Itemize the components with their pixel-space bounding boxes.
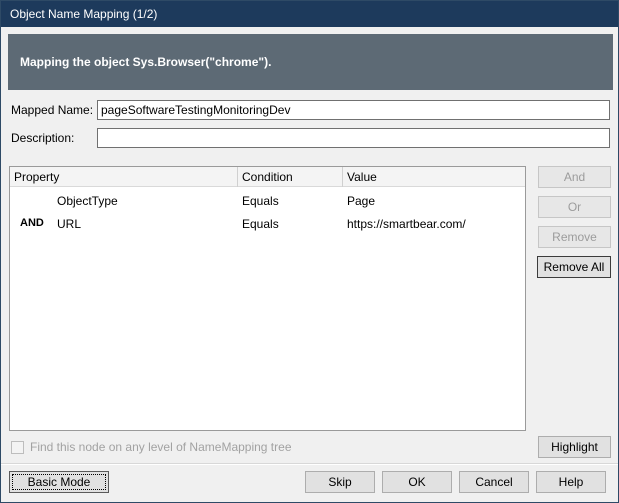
table-row[interactable]: AND URL Equals https://smartbear.com/ (10, 213, 525, 235)
skip-button[interactable]: Skip (305, 471, 375, 493)
ok-button[interactable]: OK (382, 471, 452, 493)
row-value: Page (347, 194, 375, 208)
row-property: ObjectType (57, 194, 118, 208)
row-logic-operator: AND (20, 217, 44, 229)
find-node-checkbox (11, 441, 24, 454)
mapping-header-text: Mapping the object Sys.Browser("chrome")… (20, 55, 271, 69)
row-condition: Equals (242, 194, 279, 208)
mapping-header-band: Mapping the object Sys.Browser("chrome")… (8, 34, 613, 90)
row-value: https://smartbear.com/ (347, 217, 466, 231)
help-button[interactable]: Help (536, 471, 606, 493)
window-title: Object Name Mapping (1/2) (10, 7, 157, 21)
description-input[interactable] (97, 128, 610, 148)
mapped-name-label: Mapped Name: (11, 103, 93, 117)
cancel-button[interactable]: Cancel (459, 471, 529, 493)
table-row[interactable]: ObjectType Equals Page (10, 190, 525, 212)
object-name-mapping-dialog: Object Name Mapping (1/2) Mapping the ob… (0, 0, 619, 503)
remove-all-button[interactable]: Remove All (537, 256, 611, 278)
column-header-value: Value (347, 170, 377, 184)
column-header-property: Property (14, 170, 59, 184)
or-button: Or (538, 196, 611, 218)
row-condition: Equals (242, 217, 279, 231)
column-separator (342, 167, 343, 187)
footer-divider (1, 463, 618, 465)
and-button: And (538, 166, 611, 188)
highlight-button[interactable]: Highlight (538, 436, 611, 458)
title-bar: Object Name Mapping (1/2) (1, 1, 618, 27)
remove-button: Remove (538, 226, 611, 248)
row-property: URL (57, 217, 81, 231)
property-conditions-grid[interactable]: Property Condition Value ObjectType Equa… (9, 166, 526, 431)
basic-mode-button[interactable]: Basic Mode (9, 471, 109, 493)
grid-header-row: Property Condition Value (10, 167, 525, 187)
find-node-checkbox-label: Find this node on any level of NameMappi… (30, 440, 292, 454)
description-label: Description: (11, 131, 74, 145)
column-header-condition: Condition (242, 170, 293, 184)
mapped-name-input[interactable] (97, 100, 610, 120)
column-separator (237, 167, 238, 187)
